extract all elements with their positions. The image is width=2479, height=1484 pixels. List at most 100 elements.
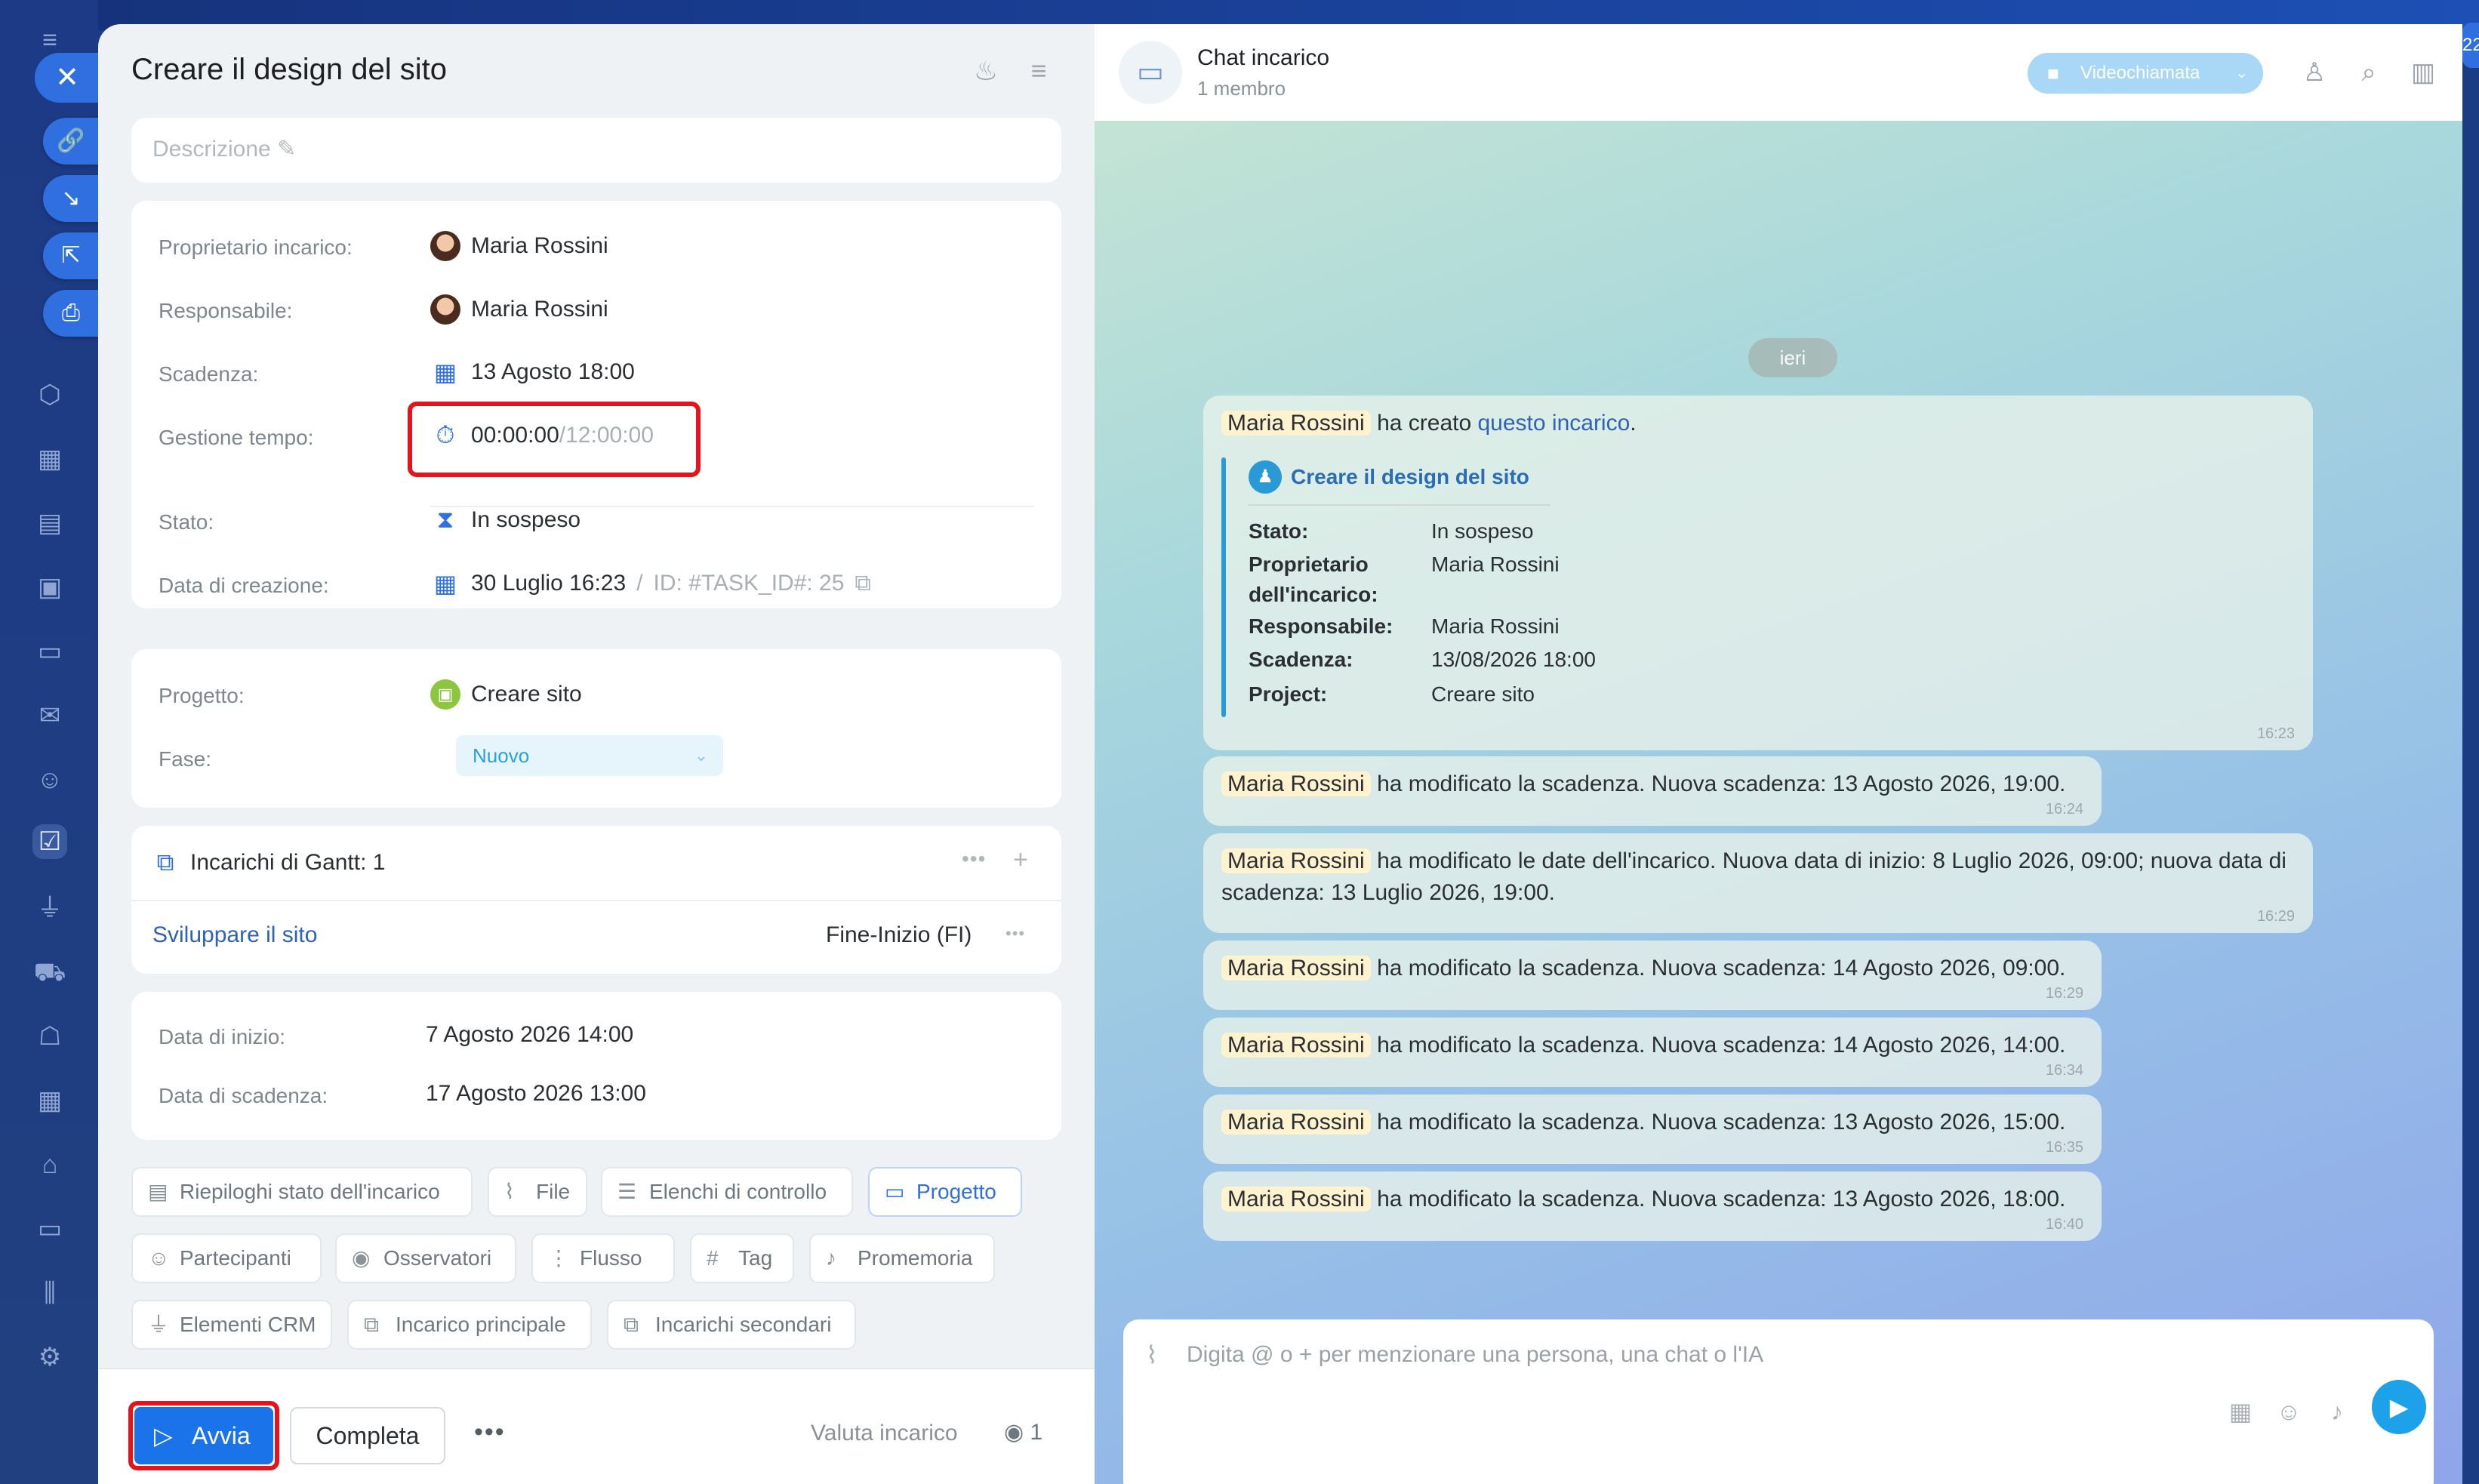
contacts-icon[interactable]: ☺	[32, 762, 67, 797]
due-date-value[interactable]: 17 Agosto 2026 13:00	[426, 1081, 646, 1107]
document-icon[interactable]: ▤	[32, 506, 67, 540]
settings-icon[interactable]: ⚙	[32, 1340, 67, 1375]
date-divider: ieri	[1748, 338, 1837, 377]
add-icon[interactable]: +	[1013, 845, 1029, 875]
phase-select[interactable]: Nuovo ⌄	[456, 735, 723, 776]
project-card: Progetto: ▣ Creare sito Fase: Nuovo ⌄	[131, 649, 1061, 808]
gantt-title: Incarichi di Gantt: 1	[190, 850, 386, 875]
drive-icon[interactable]: ▭	[32, 634, 67, 669]
calendar-icon[interactable]: ▦	[32, 442, 67, 476]
chip-reminders[interactable]: ♪ Promemoria	[809, 1233, 995, 1283]
chip-crm[interactable]: ⏚ Elementi CRM	[131, 1300, 332, 1350]
project-value[interactable]: ▣ Creare sito	[430, 679, 582, 710]
field-value: In sospeso	[1431, 519, 1534, 543]
rate-task-button[interactable]: Valuta incarico	[811, 1421, 958, 1446]
message-author[interactable]: Maria Rossini	[1221, 1033, 1371, 1058]
person-icon: ♟	[1249, 460, 1282, 494]
filter-icon[interactable]: ⏚	[32, 891, 67, 925]
tasks-icon[interactable]: ☑	[32, 824, 67, 859]
divider	[1249, 504, 1551, 506]
message-author[interactable]: Maria Rossini	[1221, 956, 1371, 981]
task-title[interactable]: Creare il design del sito	[131, 53, 447, 87]
chip-flow[interactable]: ⋮ Flusso	[531, 1233, 675, 1283]
description-field[interactable]: Descrizione ✎	[131, 118, 1061, 183]
chip-participants[interactable]: ☺ Partecipanti	[131, 1233, 322, 1283]
gantt-dependency-type[interactable]: Fine-Inizio (FI)	[826, 922, 972, 948]
status-value: ⧗ In sospeso	[430, 506, 580, 534]
building-icon[interactable]: ⌂	[32, 1147, 67, 1182]
chat-title[interactable]: Chat incarico	[1197, 45, 1329, 71]
responsible-value[interactable]: Maria Rossini	[430, 294, 608, 325]
chat-message: Maria Rossini ha modificato la scadenza.…	[1203, 1018, 2102, 1087]
status-label: Stato:	[159, 510, 214, 534]
open-external-icon[interactable]: ⇱	[43, 232, 99, 279]
microphone-icon[interactable]: ♪	[2320, 1395, 2354, 1428]
chip-project[interactable]: ▭ Progetto	[868, 1167, 1022, 1217]
message-input[interactable]: ⌇ Digita @ o + per menzionare una person…	[1123, 1319, 2434, 1484]
search-icon[interactable]: ⌕	[2351, 54, 2387, 91]
task-chat: ▭ Chat incarico 1 membro ■ Videochiamata ⌄…	[1095, 24, 2462, 1484]
hamburger-menu-icon[interactable]: ≡	[1022, 54, 1055, 88]
add-member-icon[interactable]: ♙	[2296, 54, 2333, 91]
task-card-title[interactable]: ♟ Creare il design del sito	[1249, 460, 1529, 494]
crm-icon: ⏚	[148, 1313, 170, 1336]
schedule-icon[interactable]: ▦	[32, 1083, 67, 1118]
chip-status-summaries[interactable]: ▤ Riepiloghi stato dell'incarico	[131, 1167, 473, 1217]
owner-value[interactable]: Maria Rossini	[430, 231, 608, 261]
time-tracking-label: Gestione tempo:	[159, 426, 314, 449]
video-call-button[interactable]: ■ Videochiamata ⌄	[2028, 53, 2263, 94]
link-icon[interactable]: 🔗	[43, 118, 99, 165]
print-icon[interactable]: ⎙	[43, 290, 99, 337]
start-date-value[interactable]: 7 Agosto 2026 14:00	[426, 1022, 633, 1048]
download-icon[interactable]: ↘	[43, 175, 99, 222]
created-value: ▦ 30 Luglio 16:23/ID: #TASK_ID#: 25 ⧉	[430, 569, 871, 598]
chip-subtasks[interactable]: ⧉ Incarichi secondari	[607, 1300, 856, 1350]
chip-parent-task[interactable]: ⧉ Incarico principale	[347, 1300, 592, 1350]
card-icon[interactable]: ▭	[32, 1212, 67, 1246]
more-icon[interactable]: •••	[962, 847, 986, 871]
more-icon[interactable]: •••	[1005, 924, 1025, 944]
message-time: 16:40	[2045, 1216, 2083, 1233]
chevron-down-icon: ⌄	[2235, 65, 2248, 82]
message-author[interactable]: Maria Rossini	[1221, 771, 1371, 796]
deadline-value[interactable]: ▦ 13 Agosto 18:00	[430, 358, 635, 386]
mail-icon[interactable]: ✉	[32, 698, 67, 733]
task-link[interactable]: questo incarico	[1478, 411, 1631, 436]
board-icon[interactable]: ▣	[32, 570, 67, 605]
message-author[interactable]: Maria Rossini	[1221, 1187, 1371, 1212]
message-author[interactable]: Maria Rossini	[1221, 411, 1371, 436]
field-label: Proprietario dell'incarico:	[1249, 553, 1378, 606]
sidebar-toggle-icon[interactable]: ▥	[2405, 54, 2441, 91]
edit-icon[interactable]: ✎	[277, 137, 296, 162]
more-actions-button[interactable]: •••	[474, 1418, 506, 1447]
folder-icon: ▭	[885, 1180, 905, 1203]
message-time: 16:35	[2045, 1139, 2083, 1156]
chat-members[interactable]: 1 membro	[1197, 77, 1286, 100]
owner-label: Proprietario incarico:	[159, 236, 353, 259]
message-author[interactable]: Maria Rossini	[1221, 1110, 1371, 1135]
paperclip-icon[interactable]: ⌇	[1146, 1341, 1158, 1369]
close-icon[interactable]: ✕	[35, 53, 100, 103]
report-icon: ▤	[148, 1180, 168, 1203]
gantt-icon: ⧉	[156, 848, 174, 876]
copy-icon[interactable]: ⧉	[855, 571, 870, 596]
flame-icon[interactable]: ♨	[969, 54, 1002, 88]
message-author[interactable]: Maria Rossini	[1221, 848, 1371, 873]
apps-grid-icon[interactable]: ▦	[2224, 1395, 2257, 1428]
library-icon[interactable]: ⫼	[32, 1276, 67, 1310]
chip-checklists[interactable]: ☰ Elenchi di controllo	[601, 1167, 853, 1217]
chip-tags[interactable]: # Tag	[690, 1233, 794, 1283]
complete-button[interactable]: Completa	[290, 1407, 445, 1464]
start-date-label: Data di inizio:	[159, 1025, 286, 1048]
robot-icon[interactable]: ☖	[32, 1019, 67, 1054]
chip-observers[interactable]: ◉ Osservatori	[335, 1233, 516, 1283]
right-edge-tab[interactable]: 22	[2462, 23, 2479, 68]
emoji-icon[interactable]: ☺	[2272, 1395, 2305, 1428]
chip-files[interactable]: ⌇ File	[488, 1167, 587, 1217]
chat-header: ▭ Chat incarico 1 membro ■ Videochiamata ⌄…	[1095, 24, 2462, 121]
send-button[interactable]: ▶	[2372, 1380, 2426, 1434]
hexagon-icon[interactable]: ⬡	[32, 377, 67, 412]
hashtag-icon: #	[707, 1246, 719, 1270]
cart-icon[interactable]: ⛟	[32, 955, 67, 990]
gantt-task-link[interactable]: Sviluppare il sito	[152, 922, 317, 948]
